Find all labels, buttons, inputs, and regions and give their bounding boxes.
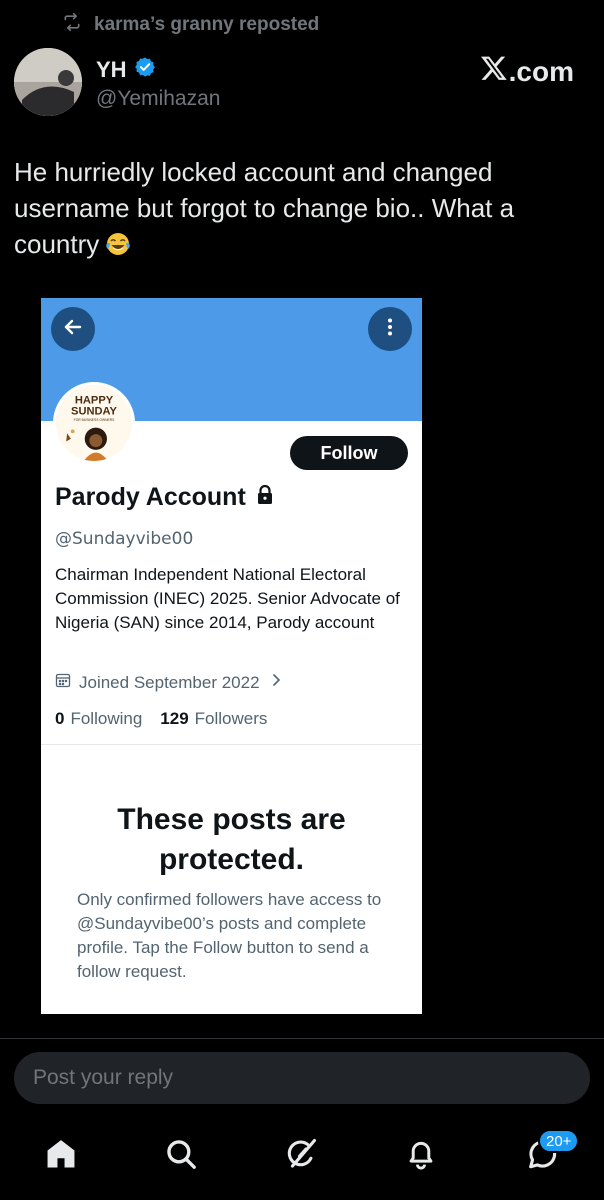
repost-header[interactable]: karma’s granny reposted: [62, 12, 319, 38]
home-icon: [44, 1137, 78, 1176]
messages-badge: 20+: [538, 1129, 580, 1153]
reply-input[interactable]: [33, 1052, 590, 1104]
separator: [0, 1038, 604, 1039]
nav-notifications[interactable]: [391, 1126, 451, 1186]
bell-icon: [404, 1137, 438, 1176]
profile-name: Parody Account: [55, 483, 246, 511]
follow-counts: 0 Following 129 Followers: [55, 709, 267, 729]
avatar-text-line3: FOR BUSINESS OWNERS: [74, 418, 115, 422]
following-label: Following: [70, 709, 143, 728]
profile-bio: Chairman Independent National Electoral …: [55, 565, 400, 632]
bottom-nav: [0, 1126, 604, 1186]
followers-count: 129: [160, 709, 189, 728]
post-body: He hurriedly locked account and changed …: [14, 157, 515, 259]
followers-link[interactable]: 129 Followers: [160, 709, 267, 729]
search-icon: [164, 1137, 198, 1176]
following-count: 0: [55, 709, 65, 728]
protected-description: Only confirmed followers have access to …: [77, 890, 382, 981]
nav-search[interactable]: [151, 1126, 211, 1186]
more-vertical-icon: [378, 315, 402, 344]
brand-label: .com: [508, 55, 574, 87]
arrow-left-icon: [61, 315, 85, 344]
post-text: He hurriedly locked account and changed …: [14, 154, 574, 262]
author-info[interactable]: YH @Yemihazan: [96, 56, 220, 111]
avatar-text-line2: SUNDAY: [71, 406, 117, 418]
author-avatar[interactable]: [14, 48, 82, 116]
profile-name-row: Parody Account: [55, 483, 274, 512]
reply-bar[interactable]: [14, 1052, 590, 1104]
author-handle[interactable]: @Yemihazan: [96, 87, 220, 111]
repost-label: karma’s granny reposted: [94, 14, 320, 35]
avatar-text-line1: HAPPY: [75, 395, 114, 407]
grok-icon: [284, 1137, 318, 1176]
calendar-icon: [55, 672, 71, 693]
joined-label: Joined September 2022: [79, 672, 260, 692]
verified-badge-icon: [134, 56, 156, 83]
chevron-right-icon: [268, 672, 284, 693]
divider: [41, 744, 422, 745]
following-link[interactable]: 0 Following: [55, 709, 142, 729]
followers-label: Followers: [194, 709, 268, 728]
protected-title: These posts are protected.: [117, 803, 346, 876]
back-button[interactable]: [51, 307, 95, 351]
profile-avatar[interactable]: HAPPY SUNDAY FOR BUSINESS OWNERS: [53, 382, 135, 464]
brand-watermark: .com: [480, 54, 574, 89]
profile-handle: @Sundayvibe00: [55, 529, 194, 549]
follow-button[interactable]: Follow: [290, 436, 408, 470]
x-logo-icon: [480, 54, 508, 89]
tears-of-joy-emoji-icon: [105, 230, 131, 256]
nav-grok[interactable]: [271, 1126, 331, 1186]
repost-icon: [62, 12, 82, 38]
more-options-button[interactable]: [368, 307, 412, 351]
author-name[interactable]: YH: [96, 57, 127, 83]
nav-home[interactable]: [31, 1126, 91, 1186]
embedded-screenshot[interactable]: HAPPY SUNDAY FOR BUSINESS OWNERS Follow …: [41, 298, 422, 1014]
lock-icon: [256, 483, 274, 512]
joined-date[interactable]: Joined September 2022: [55, 672, 284, 693]
